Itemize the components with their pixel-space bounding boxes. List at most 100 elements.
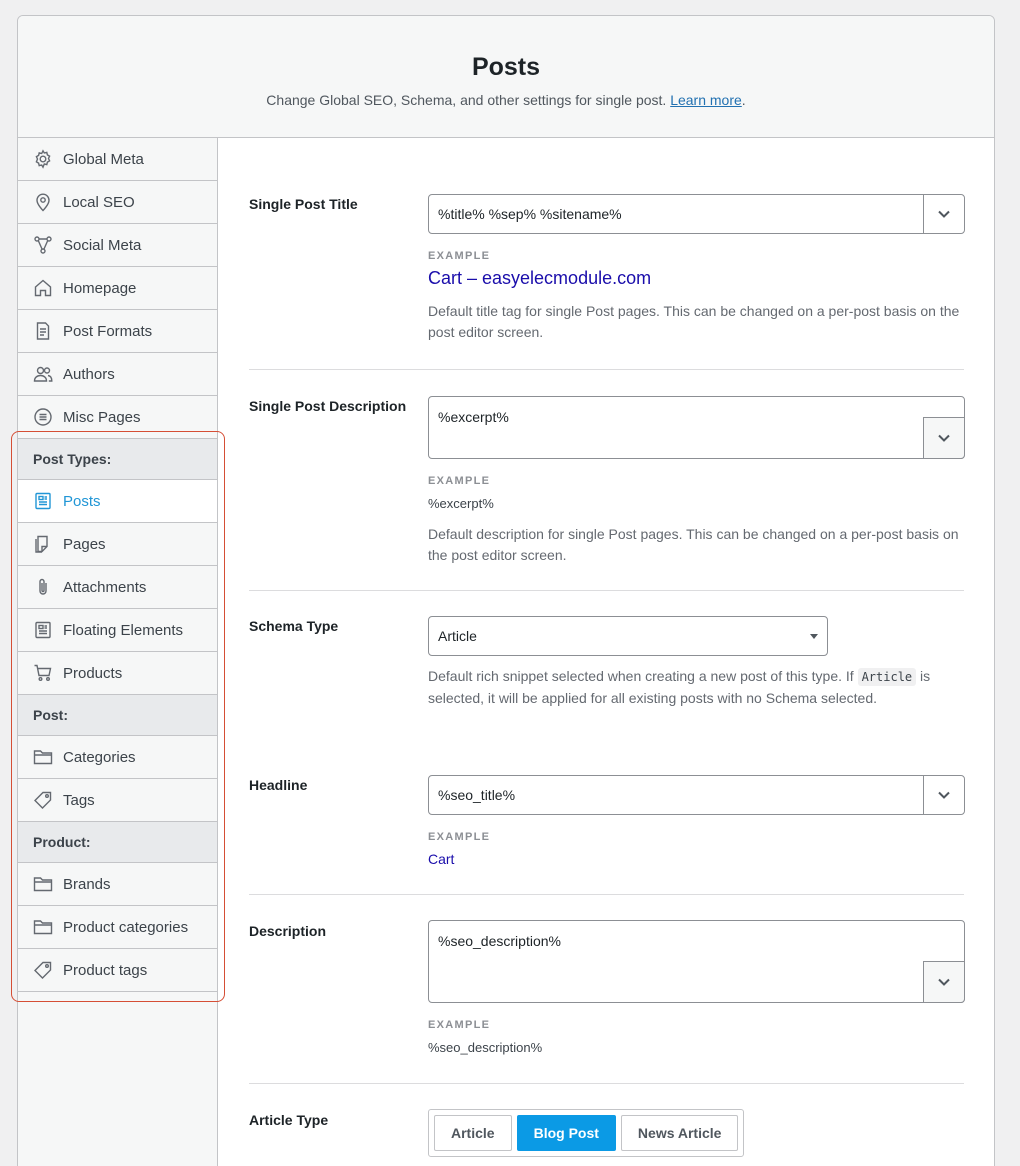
post-icon [33, 620, 53, 640]
folder-icon [33, 917, 53, 937]
caret-down-icon [810, 633, 818, 639]
tag-icon [33, 790, 53, 810]
share-nodes-icon [33, 235, 53, 255]
cart-icon [33, 663, 53, 683]
single-post-description-value[interactable]: %excerpt% [429, 397, 964, 437]
gear-icon [33, 149, 53, 169]
page-icon [33, 534, 53, 554]
single-post-title-value[interactable]: %title% %sep% %sitename% [429, 195, 923, 233]
sidebar-item-misc-pages[interactable]: Misc Pages [18, 396, 217, 439]
example-label: EXAMPLE [428, 250, 491, 262]
paperclip-icon [33, 577, 53, 597]
list-circle-icon [33, 407, 53, 427]
chevron-down-icon [938, 210, 950, 218]
description-label: Description [249, 923, 327, 939]
subtitle-period: . [741, 92, 746, 108]
post-types-header: Post Types: [18, 439, 217, 480]
chevron-down-icon [938, 791, 950, 799]
sidebar-item-local-seo[interactable]: Local SEO [18, 181, 217, 224]
variables-dropdown-button[interactable] [923, 961, 965, 1003]
page-subtitle-text: Change Global SEO, Schema, and other set… [266, 92, 667, 108]
schema-type-description: Default rich snippet selected when creat… [428, 666, 965, 709]
sidebar-item-label: Authors [63, 365, 115, 383]
page-subtitle: Change Global SEO, Schema, and other set… [18, 91, 994, 109]
sidebar-item-tags[interactable]: Tags [18, 779, 217, 822]
description-textarea[interactable]: %seo_description% [428, 920, 965, 1003]
schema-type-description-before: Default rich snippet selected when creat… [428, 668, 854, 684]
sidebar-item-authors[interactable]: Authors [18, 353, 217, 396]
sidebar-item-label: Tags [63, 791, 95, 809]
sidebar-item-pages[interactable]: Pages [18, 523, 217, 566]
document-icon [33, 321, 53, 341]
sidebar-item-label: Homepage [63, 279, 137, 297]
single-post-title-description: Default title tag for single Post pages.… [428, 303, 960, 340]
learn-more-link[interactable]: Learn more [670, 92, 742, 108]
sidebar-item-attachments[interactable]: Attachments [18, 566, 217, 609]
schema-type-value: Article [438, 628, 477, 644]
sidebar-item-label: Product categories [63, 918, 189, 936]
variables-dropdown-button[interactable] [923, 776, 964, 814]
sidebar-item-label: Global Meta [63, 150, 144, 168]
sidebar: Global Meta Local SEO Social Meta Homepa… [18, 138, 218, 1166]
description-meta-example-preview: %seo_description% [428, 1040, 543, 1055]
sidebar-item-posts[interactable]: Posts [18, 480, 217, 523]
sidebar-item-global-meta[interactable]: Global Meta [18, 138, 217, 181]
article-type-option-blog-post[interactable]: Blog Post [516, 1115, 616, 1151]
headline-row: Headline %seo_title% EXAMPLE Cart [249, 731, 965, 895]
sidebar-item-social-meta[interactable]: Social Meta [18, 224, 217, 267]
home-icon [33, 278, 53, 298]
description-field: %seo_description% EXAMPLE %seo_descripti… [428, 920, 965, 1055]
article-type-toggle-group: Article Blog Post News Article [428, 1109, 745, 1157]
article-type-row: Article Type Article Blog Post News Arti… [249, 1084, 964, 1166]
title-example-preview: Cart – easyelecmodule.com [428, 268, 652, 288]
article-type-label: Article Type [249, 1112, 329, 1128]
description-value[interactable]: %seo_description% [429, 921, 964, 961]
chevron-down-icon [938, 434, 950, 442]
headline-example-preview: Cart [428, 851, 455, 867]
sidebar-item-brands[interactable]: Brands [18, 863, 217, 906]
variables-dropdown-button[interactable] [923, 417, 965, 459]
example-label: EXAMPLE [428, 831, 491, 843]
settings-content: Single Post Title %title% %sep% %sitenam… [219, 139, 994, 1166]
article-type-option-article[interactable]: Article [434, 1115, 512, 1151]
sidebar-item-label: Post Formats [63, 322, 153, 340]
post-header: Post: [18, 695, 217, 736]
users-icon [33, 364, 53, 384]
sidebar-item-post-formats[interactable]: Post Formats [18, 310, 217, 353]
sidebar-item-product-tags[interactable]: Product tags [18, 949, 217, 992]
headline-field: %seo_title% EXAMPLE Cart [428, 775, 965, 867]
headline-value[interactable]: %seo_title% [429, 776, 923, 814]
single-post-description-label: Single Post Description [249, 398, 407, 414]
page-header: Posts Change Global SEO, Schema, and oth… [18, 16, 994, 138]
sidebar-item-product-categories[interactable]: Product categories [18, 906, 217, 949]
schema-type-label: Schema Type [249, 618, 339, 634]
chevron-down-icon [938, 978, 950, 986]
sidebar-item-label: Pages [63, 535, 106, 553]
sidebar-item-label: Attachments [63, 578, 147, 596]
single-post-title-input[interactable]: %title% %sep% %sitename% [428, 194, 965, 234]
sidebar-item-categories[interactable]: Categories [18, 736, 217, 779]
headline-label: Headline [249, 777, 308, 793]
sidebar-item-label: Products [63, 664, 123, 682]
headline-input[interactable]: %seo_title% [428, 775, 965, 815]
schema-type-select[interactable]: Article [428, 616, 828, 656]
single-post-title-label: Single Post Title [249, 196, 358, 212]
schema-type-field: Article Default rich snippet selected wh… [428, 616, 965, 709]
sidebar-item-products[interactable]: Products [18, 652, 217, 695]
sidebar-item-homepage[interactable]: Homepage [18, 267, 217, 310]
single-post-description-field: %excerpt% EXAMPLE %excerpt% Default desc… [428, 396, 965, 566]
sidebar-item-label: Misc Pages [63, 408, 141, 426]
sidebar-item-floating-elements[interactable]: Floating Elements [18, 609, 217, 652]
sidebar-item-label: Local SEO [63, 193, 135, 211]
folder-icon [33, 874, 53, 894]
article-type-field: Article Blog Post News Article [428, 1109, 965, 1157]
variables-dropdown-button[interactable] [923, 195, 964, 233]
article-type-option-news-article[interactable]: News Article [620, 1115, 739, 1151]
settings-panel: Posts Change Global SEO, Schema, and oth… [17, 15, 995, 1166]
tag-icon [33, 960, 53, 980]
single-post-description-textarea[interactable]: %excerpt% [428, 396, 965, 459]
single-post-title-row: Single Post Title %title% %sep% %sitenam… [249, 139, 965, 370]
sidebar-item-label: Categories [63, 748, 136, 766]
sidebar-item-label: Product tags [63, 961, 148, 979]
folder-icon [33, 747, 53, 767]
